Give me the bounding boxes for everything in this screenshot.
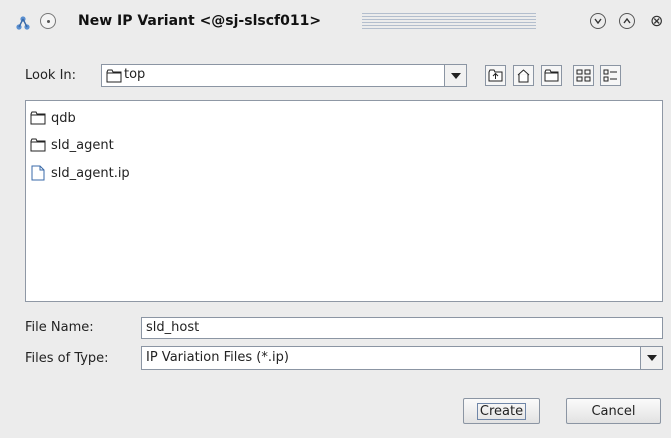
title-bar-drag-area[interactable] (362, 13, 536, 31)
look-in-dropdown-arrow[interactable] (444, 65, 466, 86)
close-button[interactable]: ⊗ (650, 11, 663, 30)
dot-icon (46, 19, 50, 23)
folder-icon (106, 69, 122, 83)
file-list[interactable]: qdb sld_agent sld_agent.ip (25, 100, 663, 302)
file-icon (31, 165, 45, 181)
up-folder-icon (488, 69, 503, 82)
file-name: sld_agent.ip (51, 165, 130, 181)
create-button[interactable]: Create (463, 398, 540, 424)
app-icon (16, 16, 30, 30)
cancel-button[interactable]: Cancel (566, 398, 661, 424)
new-folder-icon (544, 69, 559, 82)
create-button-label: Create (476, 402, 527, 420)
maximize-button[interactable] (619, 13, 635, 29)
list-item[interactable]: sld_agent (30, 135, 114, 155)
files-of-type-dropdown-arrow[interactable] (640, 347, 662, 369)
details-view-icon (603, 69, 617, 82)
window-title: New IP Variant <@sj-slscf011> (78, 13, 322, 29)
look-in-value: top (124, 67, 146, 82)
minimize-button[interactable] (590, 13, 606, 29)
cancel-button-label: Cancel (591, 403, 636, 419)
list-view-icon (576, 69, 591, 82)
file-name: sld_agent (51, 137, 114, 153)
list-item[interactable]: sld_agent.ip (30, 163, 130, 183)
look-in-label: Look In: (25, 68, 77, 83)
window-menu-button[interactable] (40, 13, 56, 29)
home-icon (517, 68, 530, 82)
details-view-button[interactable] (600, 65, 621, 86)
folder-icon (30, 138, 46, 152)
title-bar: New IP Variant <@sj-slscf011> ⊗ (0, 0, 671, 44)
file-name-input[interactable]: sld_host (141, 317, 663, 339)
close-icon: ⊗ (650, 11, 664, 30)
up-one-level-button[interactable] (485, 65, 506, 86)
files-of-type-value: IP Variation Files (*.ip) (146, 350, 289, 365)
list-view-button[interactable] (573, 65, 594, 86)
files-of-type-combo[interactable]: IP Variation Files (*.ip) (141, 346, 663, 370)
look-in-combo[interactable]: top (101, 64, 467, 87)
list-item[interactable]: qdb (30, 108, 76, 128)
file-name-label: File Name: (25, 320, 94, 335)
chevron-down-icon (450, 72, 461, 79)
folder-icon (30, 111, 46, 125)
chevron-up-icon (623, 18, 631, 24)
home-button[interactable] (513, 65, 534, 86)
chevron-down-icon (646, 355, 657, 361)
new-folder-button[interactable] (541, 65, 562, 86)
file-name: qdb (51, 110, 76, 126)
files-of-type-label: Files of Type: (25, 351, 109, 366)
chevron-down-icon (594, 18, 602, 24)
